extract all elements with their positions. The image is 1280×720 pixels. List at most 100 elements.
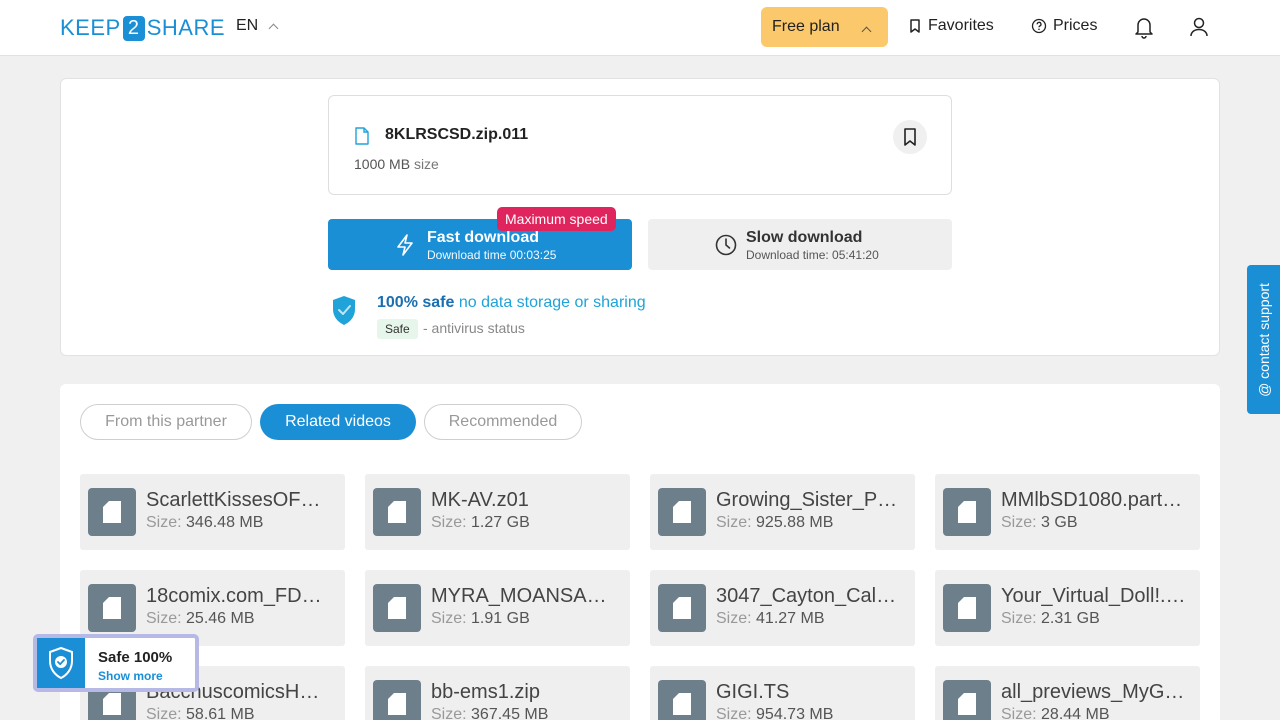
file-card-size-value: 41.27 MB [756,610,825,627]
plan-label: Free plan [772,18,840,35]
file-card-size: Size: 1.27 GB [431,514,530,532]
document-icon [673,693,691,715]
file-card-size: Size: 41.27 MB [716,610,825,628]
logo-text-mid: 2 [122,15,145,41]
file-size-value: 1000 MB [354,156,411,172]
file-card-name: MK-AV.z01 [431,489,529,511]
file-card-size-value: 3 GB [1041,514,1078,531]
bookmark-icon [904,128,916,146]
file-size-label: size [413,156,439,172]
prices-link[interactable]: Prices [1031,17,1097,35]
file-card-size-value: 925.88 MB [756,514,834,531]
bookmark-icon [910,19,920,33]
file-card[interactable]: MYRA_MOANSA… Size: 1.91 GB [365,570,630,646]
file-info-card: 8KLRSCSD.zip.011 1000 MB size [328,95,952,195]
user-icon[interactable] [1188,15,1210,39]
file-card-size: Size: 346.48 MB [146,514,263,532]
document-icon [103,693,121,715]
file-card-size-prefix: Size: [146,514,182,531]
file-card-size: Size: 925.88 MB [716,514,833,532]
widget-title: Safe 100% [98,649,173,666]
contact-support-label: @ contact support [1255,282,1272,397]
safety-strong: 100% safe [377,294,455,311]
file-card-size: Size: 3 GB [1001,514,1078,532]
bell-icon[interactable] [1133,15,1155,39]
file-card-size-prefix: Size: [716,514,752,531]
logo-text-left: KEEP [60,15,121,40]
antivirus-safe-tag: Safe [377,319,418,339]
logo-text-right: SHARE [146,15,225,40]
safe-widget[interactable]: Safe 100% Show more [33,634,199,692]
chevron-up-icon [268,23,279,33]
maximum-speed-badge: Maximum speed [497,207,616,231]
favorites-label: Favorites [928,17,994,34]
file-card-name: Your_Virtual_Doll!.… [1001,585,1186,607]
tab-recommended[interactable]: Recommended [424,404,582,440]
file-card[interactable]: Growing_Sister_P… Size: 925.88 MB [650,474,915,550]
file-card-size-prefix: Size: [1001,706,1037,720]
file-card-size-prefix: Size: [146,706,182,720]
file-card[interactable]: 3047_Cayton_Cal… Size: 41.27 MB [650,570,915,646]
file-card-size-value: 954.73 MB [756,706,834,720]
slow-download-time: Download time: 05:41:20 [746,248,879,262]
document-icon [673,501,691,523]
prices-label: Prices [1053,17,1098,34]
file-thumbnail [373,680,421,720]
file-thumbnail [943,680,991,720]
file-card-name: 3047_Cayton_Cal… [716,585,897,607]
antivirus-status: - antivirus status [423,320,525,336]
file-card[interactable]: GIGI.TS Size: 954.73 MB [650,666,915,720]
file-thumbnail [88,584,136,632]
file-card-size: Size: 25.46 MB [146,610,255,628]
favorites-link[interactable]: Favorites [908,17,994,35]
tab-from-this-partner[interactable]: From this partner [80,404,252,440]
file-thumbnail [658,488,706,536]
file-card[interactable]: MMlbSD1080.part… Size: 3 GB [935,474,1200,550]
tab-related-videos[interactable]: Related videos [260,404,416,440]
document-icon [388,597,406,619]
file-card-size: Size: 954.73 MB [716,706,833,720]
document-icon [103,501,121,523]
plan-selector-button[interactable]: Free plan [761,7,888,47]
shield-check-icon [333,296,355,325]
document-icon [958,501,976,523]
file-card-name: ScarlettKissesOF… [146,489,321,511]
lightning-icon [397,234,413,256]
fast-download-time: Download time 00:03:25 [427,248,557,262]
file-card[interactable]: ScarlettKissesOF… Size: 346.48 MB [80,474,345,550]
file-card-name: Growing_Sister_P… [716,489,898,511]
contact-support-button[interactable]: @ contact support [1247,265,1280,414]
file-size: 1000 MB size [354,156,439,172]
file-thumbnail [658,584,706,632]
add-to-favorites-button[interactable] [893,120,927,154]
file-card-size: Size: 28.44 MB [1001,706,1110,720]
file-card-name: bb-ems1.zip [431,681,540,703]
file-card[interactable]: all_previews_MyG… Size: 28.44 MB [935,666,1200,720]
file-card-name: MMlbSD1080.part… [1001,489,1183,511]
widget-show-more-link[interactable]: Show more [98,669,163,683]
file-card[interactable]: Your_Virtual_Doll!.… Size: 2.31 GB [935,570,1200,646]
file-card-size-value: 1.27 GB [471,514,530,531]
file-card-size-value: 1.91 GB [471,610,530,627]
safety-statement: 100% safe no data storage or sharing [377,294,646,312]
slow-download-button[interactable]: Slow download Download time: 05:41:20 [648,219,952,270]
document-icon [958,597,976,619]
file-card-size-value: 367.45 MB [471,706,549,720]
file-thumbnail [658,680,706,720]
help-circle-icon [1031,18,1047,34]
file-card-size-value: 2.31 GB [1041,610,1100,627]
file-icon [355,127,369,145]
language-selector[interactable]: EN [236,17,279,35]
file-card-size: Size: 367.45 MB [431,706,548,720]
file-card-size-prefix: Size: [431,706,467,720]
document-icon [673,597,691,619]
chevron-up-icon [861,26,872,37]
file-card-size-prefix: Size: [716,706,752,720]
keep2share-logo[interactable]: KEEP 2 SHARE [60,15,225,41]
document-icon [388,693,406,715]
file-card[interactable]: MK-AV.z01 Size: 1.27 GB [365,474,630,550]
file-card[interactable]: bb-ems1.zip Size: 367.45 MB [365,666,630,720]
file-card-size-prefix: Size: [431,610,467,627]
file-card-size: Size: 58.61 MB [146,706,255,720]
file-card-name: 18comix.com_FD… [146,585,322,607]
